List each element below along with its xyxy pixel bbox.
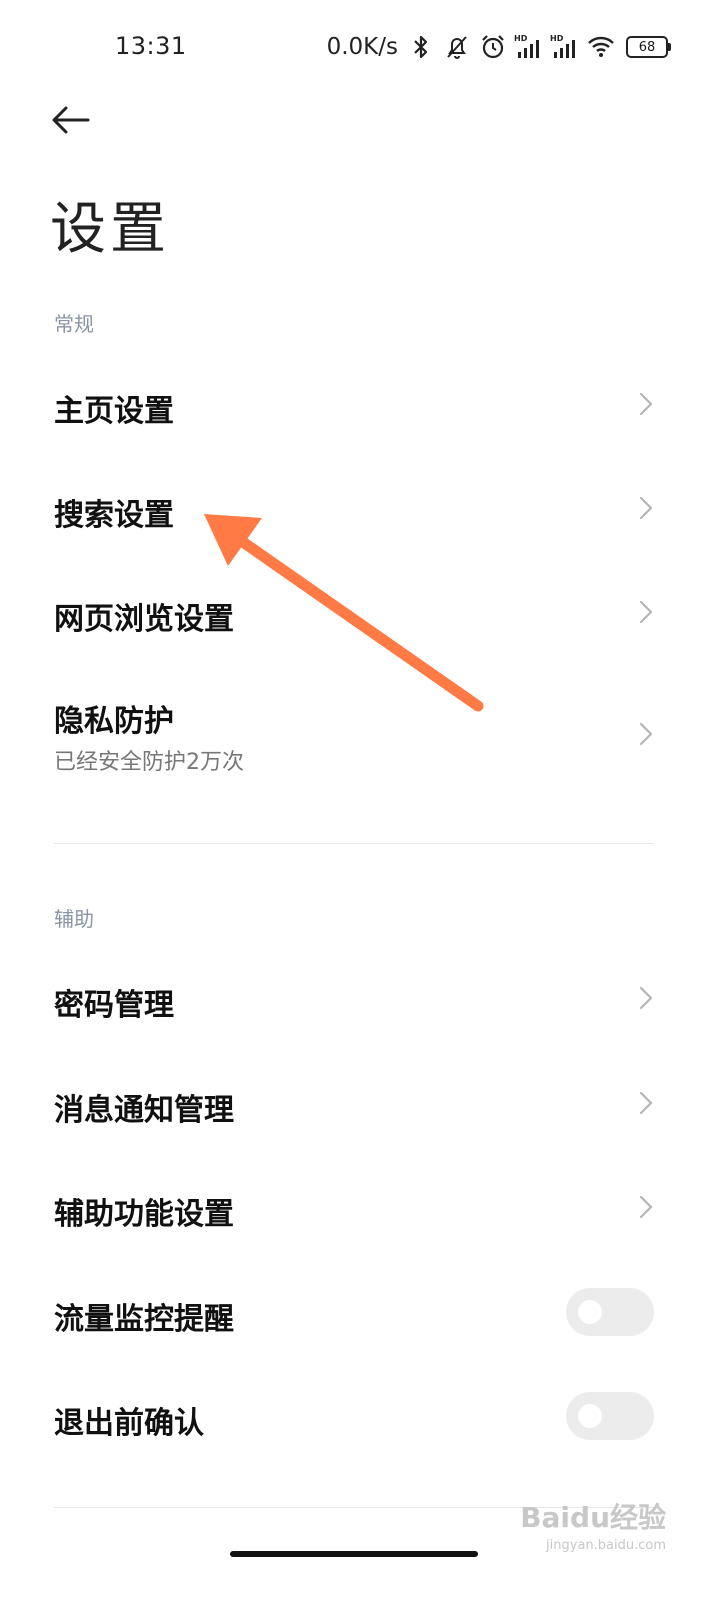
chevron-right-icon: [638, 1194, 654, 1220]
section-divider: [54, 843, 654, 844]
section-label-general: 常规: [54, 312, 94, 336]
battery-level: 68: [638, 39, 656, 55]
mute-icon: [442, 32, 472, 62]
item-label: 流量监控提醒: [54, 1302, 234, 1337]
svg-text:HD: HD: [514, 34, 528, 43]
chevron-right-icon: [638, 985, 654, 1011]
status-bar: 13:31 0.0K/s HD HD 68: [0, 0, 720, 96]
item-label: 搜索设置: [54, 498, 174, 533]
settings-item-search[interactable]: 搜索设置: [0, 456, 720, 560]
item-label: 消息通知管理: [54, 1093, 234, 1128]
exit-confirm-toggle[interactable]: [566, 1392, 654, 1440]
bluetooth-icon: [406, 32, 436, 62]
wifi-icon: [586, 32, 616, 62]
chevron-right-icon: [638, 721, 654, 747]
toggle-knob: [578, 1300, 602, 1324]
page-title: 设置: [50, 197, 170, 262]
svg-text:HD: HD: [550, 34, 564, 43]
item-label: 退出前确认: [54, 1406, 204, 1441]
watermark-url: jingyan.baidu.com: [546, 1538, 666, 1553]
watermark-logo: Baidu经验: [520, 1501, 666, 1534]
settings-item-exit-confirm: 退出前确认: [0, 1364, 720, 1468]
chevron-right-icon: [638, 391, 654, 417]
status-time: 13:31: [115, 32, 187, 60]
chevron-right-icon: [638, 495, 654, 521]
signal-hd-icon: HD: [550, 32, 580, 62]
item-label: 主页设置: [54, 394, 174, 429]
traffic-monitor-toggle[interactable]: [566, 1288, 654, 1336]
toggle-knob: [578, 1404, 602, 1428]
item-label: 辅助功能设置: [54, 1197, 234, 1232]
settings-item-password[interactable]: 密码管理: [0, 946, 720, 1050]
settings-item-browsing[interactable]: 网页浏览设置: [0, 560, 720, 664]
item-label: 网页浏览设置: [54, 602, 234, 637]
settings-item-accessibility[interactable]: 辅助功能设置: [0, 1155, 720, 1259]
status-icons: 0.0K/s HD HD 68: [326, 30, 671, 64]
settings-item-traffic-monitor: 流量监控提醒: [0, 1260, 720, 1364]
battery-icon: 68: [626, 36, 671, 58]
alarm-icon: [478, 32, 508, 62]
net-speed: 0.0K/s: [326, 34, 398, 60]
settings-item-notifications[interactable]: 消息通知管理: [0, 1051, 720, 1155]
item-label: 密码管理: [54, 988, 174, 1023]
section-label-assist: 辅助: [54, 907, 94, 931]
item-label: 隐私防护: [54, 704, 174, 739]
signal-hd-icon: HD: [514, 32, 544, 62]
settings-item-homepage[interactable]: 主页设置: [0, 352, 720, 456]
settings-item-privacy[interactable]: 隐私防护 已经安全防护2万次: [0, 664, 720, 804]
chevron-right-icon: [638, 1090, 654, 1116]
chevron-right-icon: [638, 599, 654, 625]
home-indicator[interactable]: [230, 1551, 478, 1557]
back-button[interactable]: [48, 100, 94, 140]
back-arrow-icon: [52, 106, 90, 134]
item-sublabel: 已经安全防护2万次: [54, 750, 244, 775]
